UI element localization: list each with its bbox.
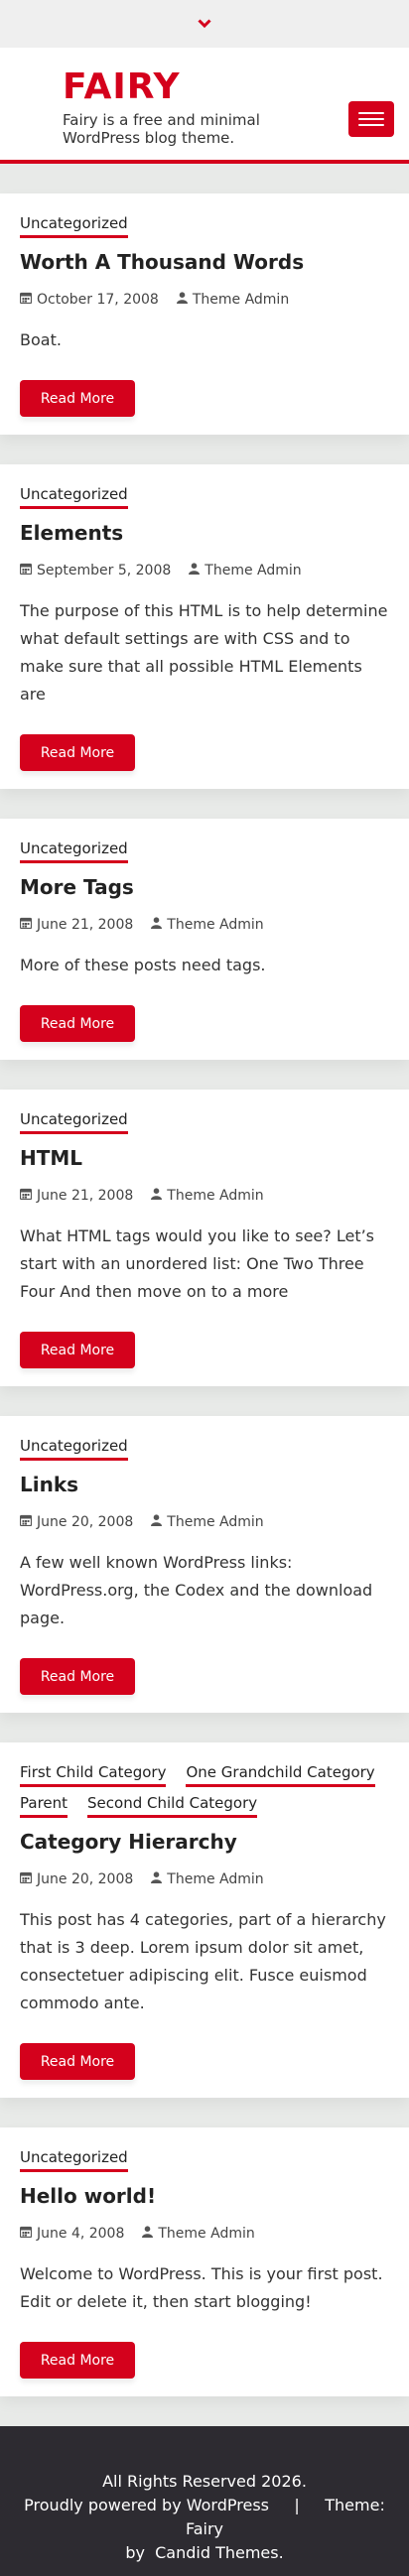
chevron-down-icon[interactable] — [198, 16, 211, 32]
post-date[interactable]: October 17, 2008 — [37, 291, 159, 309]
post-author[interactable]: Theme Admin — [167, 1513, 263, 1531]
post-card: Uncategorized Hello world! June 4, 2008 The… — [0, 2127, 409, 2396]
post-meta: September 5, 2008 Theme Admin — [19, 562, 389, 580]
post-meta: June 21, 2008 Theme Admin — [19, 1187, 389, 1205]
post-date[interactable]: June 20, 2008 — [37, 1513, 133, 1531]
category-link[interactable]: One Grandchild Category — [186, 1762, 375, 1787]
calendar-icon — [19, 1513, 33, 1531]
post-date[interactable]: June 4, 2008 — [37, 2225, 124, 2243]
site-description: Fairy is a free and minimal WordPress bl… — [63, 111, 260, 147]
read-more-button[interactable]: Read More — [20, 1005, 135, 1042]
powered-by-link[interactable]: Proudly powered by WordPress — [24, 2496, 269, 2514]
user-icon — [189, 562, 201, 580]
user-icon — [176, 291, 188, 309]
post-author[interactable]: Theme Admin — [167, 916, 263, 934]
calendar-icon — [19, 1187, 33, 1205]
post-date[interactable]: September 5, 2008 — [37, 562, 171, 580]
user-icon — [151, 1187, 163, 1205]
post-categories: Uncategorized — [20, 213, 389, 244]
site-footer: All Rights Reserved 2026. Proudly powere… — [0, 2426, 409, 2576]
read-more-button[interactable]: Read More — [20, 2043, 135, 2080]
user-icon — [151, 1513, 163, 1531]
post-categories: Uncategorized — [20, 1436, 389, 1467]
post-author[interactable]: Theme Admin — [167, 1870, 263, 1888]
post-excerpt: What HTML tags would you like to see? Le… — [20, 1226, 375, 1301]
category-link[interactable]: Second Child Category — [87, 1793, 258, 1818]
post-categories: Uncategorized — [20, 484, 389, 515]
read-more-button[interactable]: Read More — [20, 380, 135, 417]
post-date[interactable]: June 21, 2008 — [37, 1187, 133, 1205]
post-excerpt: Boat. — [20, 330, 62, 349]
category-link[interactable]: Uncategorized — [20, 2147, 128, 2172]
read-more-button[interactable]: Read More — [20, 2342, 135, 2379]
top-bar — [0, 0, 409, 48]
post-categories: Uncategorized — [20, 1109, 389, 1140]
post-excerpt: This post has 4 categories, part of a hi… — [20, 1910, 386, 2012]
post-title[interactable]: Elements — [20, 520, 389, 546]
calendar-icon — [19, 1870, 33, 1888]
post-card: Uncategorized Links June 20, 2008 Theme Adm… — [0, 1416, 409, 1713]
menu-toggle-button[interactable] — [348, 101, 394, 137]
theme-author-link[interactable]: Candid Themes. — [155, 2543, 284, 2562]
post-card: Uncategorized Elements September 5, 2008 Th… — [0, 464, 409, 789]
post-categories: First Child Category One Grandchild Categ… — [20, 1762, 389, 1824]
user-icon — [151, 1870, 163, 1888]
calendar-icon — [19, 291, 33, 309]
category-link[interactable]: Uncategorized — [20, 838, 128, 863]
post-author[interactable]: Theme Admin — [158, 2225, 254, 2243]
category-link[interactable]: Uncategorized — [20, 1109, 128, 1134]
post-card: Uncategorized Worth A Thousand Words Octob… — [0, 193, 409, 435]
post-meta: June 20, 2008 Theme Admin — [19, 1513, 389, 1531]
post-categories: Uncategorized — [20, 2147, 389, 2178]
site-header: FAIRY Fairy is a free and minimal WordPr… — [0, 48, 409, 164]
post-author[interactable]: Theme Admin — [204, 562, 301, 580]
by-text: by — [125, 2543, 145, 2562]
post-title[interactable]: HTML — [20, 1145, 389, 1171]
post-excerpt: Welcome to WordPress. This is your first… — [20, 2264, 383, 2311]
post-excerpt: The purpose of this HTML is to help dete… — [20, 601, 388, 704]
read-more-button[interactable]: Read More — [20, 1658, 135, 1695]
calendar-icon — [19, 2225, 33, 2243]
calendar-icon — [19, 562, 33, 580]
category-link[interactable]: First Child Category — [20, 1762, 167, 1787]
post-meta: June 20, 2008 Theme Admin — [19, 1870, 389, 1888]
post-title[interactable]: Links — [20, 1472, 389, 1497]
hamburger-icon — [358, 118, 384, 120]
hamburger-icon — [358, 112, 384, 114]
category-link[interactable]: Uncategorized — [20, 213, 128, 238]
post-date[interactable]: June 21, 2008 — [37, 916, 133, 934]
copyright: All Rights Reserved 2026. — [102, 2472, 307, 2491]
post-categories: Uncategorized — [20, 838, 389, 869]
credits: Proudly powered by WordPress | Theme: Fa… — [10, 2494, 399, 2541]
separator: | — [294, 2496, 300, 2514]
credits-author: by Candid Themes. — [10, 2541, 399, 2565]
post-date[interactable]: June 20, 2008 — [37, 1870, 133, 1888]
post-title[interactable]: Category Hierarchy — [20, 1829, 389, 1855]
category-link[interactable]: Uncategorized — [20, 1436, 128, 1461]
read-more-button[interactable]: Read More — [20, 1332, 135, 1368]
hamburger-icon — [358, 124, 384, 126]
post-excerpt: More of these posts need tags. — [20, 956, 266, 974]
category-link[interactable]: Parent — [20, 1793, 68, 1818]
post-meta: June 21, 2008 Theme Admin — [19, 916, 389, 934]
post-card: First Child Category One Grandchild Categ… — [0, 1742, 409, 2098]
user-icon — [142, 2225, 154, 2243]
post-title[interactable]: Worth A Thousand Words — [20, 249, 389, 275]
post-meta: June 4, 2008 Theme Admin — [19, 2225, 389, 2243]
post-meta: October 17, 2008 Theme Admin — [19, 291, 389, 309]
user-icon — [151, 916, 163, 934]
post-card: Uncategorized More Tags June 21, 2008 Theme… — [0, 819, 409, 1060]
post-author[interactable]: Theme Admin — [193, 291, 289, 309]
post-list: Uncategorized Worth A Thousand Words Octob… — [0, 164, 409, 2396]
post-title[interactable]: Hello world! — [20, 2183, 389, 2209]
category-link[interactable]: Uncategorized — [20, 484, 128, 509]
post-author[interactable]: Theme Admin — [167, 1187, 263, 1205]
read-more-button[interactable]: Read More — [20, 734, 135, 771]
post-card: Uncategorized HTML June 21, 2008 Theme Admi… — [0, 1090, 409, 1386]
calendar-icon — [19, 916, 33, 934]
post-excerpt: A few well known WordPress links: WordPr… — [20, 1553, 373, 1627]
post-title[interactable]: More Tags — [20, 874, 389, 900]
